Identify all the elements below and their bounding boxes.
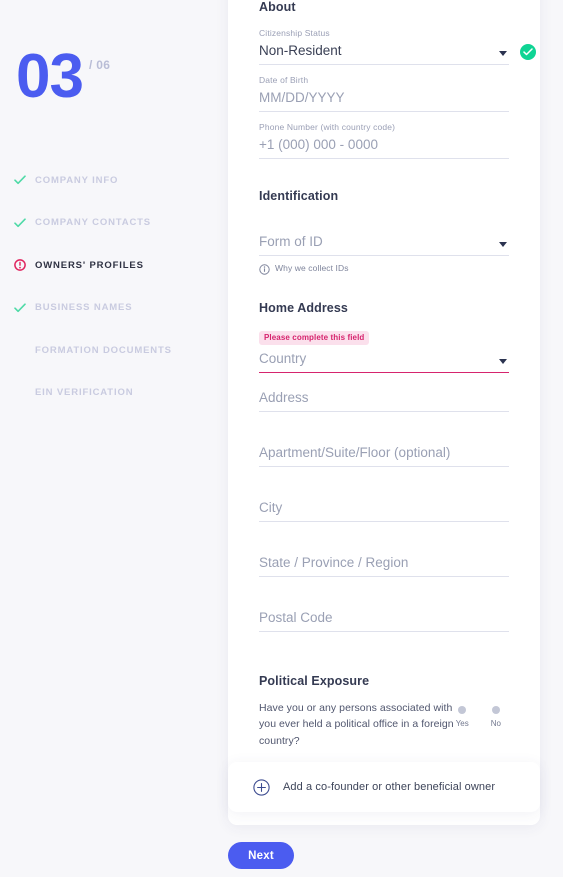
add-co-founder-card[interactable]: Add a co-founder or other beneficial own… — [228, 762, 540, 812]
step-total: / 06 — [88, 58, 111, 72]
city-input[interactable] — [259, 496, 509, 522]
political-exposure-row: Have you or any persons associated with … — [259, 700, 509, 749]
phone-number-label: Phone Number (with country code) — [259, 122, 396, 132]
no-icon — [12, 385, 28, 401]
phone-number-input[interactable] — [259, 134, 509, 159]
add-co-founder-label: Add a co-founder or other beneficial own… — [283, 781, 496, 793]
section-title-home-address: Home Address — [259, 301, 348, 315]
step-counter: 03 / 06 — [16, 42, 111, 111]
country-error-badge: Please complete this field — [259, 330, 370, 345]
radio-dot-icon[interactable] — [458, 706, 467, 714]
citizenship-status-field[interactable]: Citizenship Status — [259, 28, 536, 65]
political-exposure-no[interactable]: No — [491, 706, 501, 728]
why-we-collect-ids-link[interactable]: Why we collect IDs — [259, 262, 509, 275]
onboarding-page: 03 / 06 COMPANY INFO COMPANY CONTACTS OW… — [0, 0, 563, 877]
no-icon — [12, 342, 28, 358]
sidebar-item-label: BUSINESS NAMES — [35, 302, 133, 313]
date-of-birth-input[interactable] — [259, 87, 509, 112]
chevron-down-icon[interactable] — [499, 359, 507, 364]
check-icon — [12, 300, 28, 316]
sidebar-item-owners-profiles[interactable]: OWNERS' PROFILES — [10, 253, 225, 277]
chevron-down-icon[interactable] — [499, 51, 507, 56]
address-input[interactable] — [259, 386, 509, 412]
date-of-birth-field[interactable]: Date of Birth — [259, 75, 509, 112]
postal-code-field[interactable] — [259, 606, 509, 648]
state-field[interactable] — [259, 551, 509, 593]
phone-number-field[interactable]: Phone Number (with country code) — [259, 122, 509, 159]
sidebar: 03 / 06 COMPANY INFO COMPANY CONTACTS OW… — [0, 0, 228, 877]
citizenship-status-select[interactable] — [259, 40, 509, 65]
check-circle-icon — [520, 44, 536, 60]
sidebar-item-label: EIN VERIFICATION — [35, 387, 134, 398]
check-icon — [12, 172, 28, 188]
alert-circle-icon — [12, 257, 28, 273]
sidebar-item-formation-documents[interactable]: FORMATION DOCUMENTS — [10, 338, 225, 362]
sidebar-item-label: COMPANY CONTACTS — [35, 217, 151, 228]
apartment-input[interactable] — [259, 441, 509, 467]
sidebar-item-label: COMPANY INFO — [35, 174, 119, 186]
sidebar-item-company-contacts[interactable]: COMPANY CONTACTS — [10, 211, 225, 235]
political-exposure-question: Have you or any persons associated with … — [259, 702, 454, 747]
political-exposure-radio-group: Yes No — [456, 706, 501, 728]
citizenship-status-label: Citizenship Status — [259, 28, 330, 38]
date-of-birth-label: Date of Birth — [259, 75, 309, 85]
plus-circle-icon[interactable] — [253, 778, 270, 796]
sidebar-item-company-info[interactable]: COMPANY INFO — [10, 168, 225, 192]
country-select[interactable] — [259, 348, 509, 373]
step-current: 03 — [16, 42, 84, 111]
city-field[interactable] — [259, 496, 509, 538]
radio-label-yes: Yes — [455, 719, 469, 728]
sidebar-item-business-names[interactable]: BUSINESS NAMES — [10, 296, 225, 320]
sidebar-item-label: OWNERS' PROFILES — [35, 259, 144, 271]
address-field[interactable] — [259, 386, 509, 428]
country-field[interactable]: Please complete this field — [259, 327, 509, 373]
why-we-collect-ids-text: Why we collect IDs — [275, 262, 349, 273]
sidebar-nav: COMPANY INFO COMPANY CONTACTS OWNERS' PR… — [10, 168, 225, 423]
state-input[interactable] — [259, 551, 509, 577]
section-title-political-exposure: Political Exposure — [259, 674, 370, 688]
section-title-about: About — [259, 0, 296, 14]
sidebar-item-ein-verification[interactable]: EIN VERIFICATION — [10, 381, 225, 405]
form-of-id-select[interactable] — [259, 231, 509, 256]
check-icon — [12, 215, 28, 231]
next-button[interactable]: Next — [228, 842, 294, 869]
political-exposure-yes[interactable]: Yes — [456, 706, 469, 728]
owner-profile-card: About Citizenship Status Date of Birth P… — [228, 0, 540, 825]
info-icon — [259, 262, 270, 275]
apartment-field[interactable] — [259, 441, 509, 483]
radio-dot-icon[interactable] — [491, 706, 500, 714]
section-title-identification: Identification — [259, 189, 339, 203]
radio-label-no: No — [490, 719, 501, 728]
postal-code-input[interactable] — [259, 606, 509, 632]
sidebar-item-label: FORMATION DOCUMENTS — [35, 344, 172, 356]
form-of-id-field[interactable] — [259, 231, 509, 256]
chevron-down-icon[interactable] — [499, 242, 507, 247]
